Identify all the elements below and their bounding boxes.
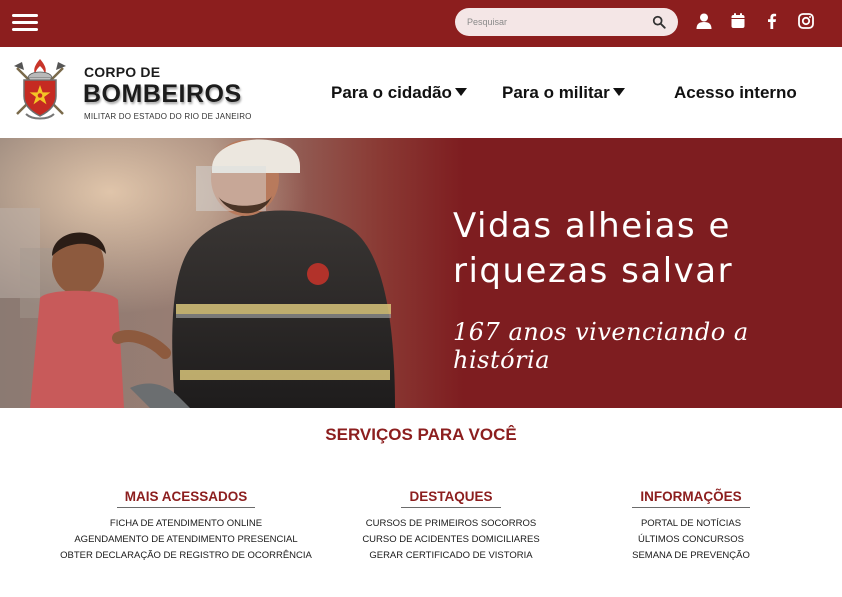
brand-title: BOMBEIROS bbox=[83, 80, 242, 108]
hero-title: Vidas alheias e riquezas salvar bbox=[453, 206, 734, 291]
column-heading: INFORMAÇÕES bbox=[632, 489, 750, 508]
services-section-title: SERVIÇOS PARA VOCÊ bbox=[325, 425, 517, 444]
service-link-primeiros-socorros[interactable]: CURSOS DE PRIMEIROS SOCORROS bbox=[346, 516, 556, 532]
service-link-portal-noticias[interactable]: PORTAL DE NOTÍCIAS bbox=[600, 516, 782, 532]
nav-label: Acesso interno bbox=[674, 83, 797, 102]
column-destaques: DESTAQUES CURSOS DE PRIMEIROS SOCORROS C… bbox=[346, 488, 556, 564]
user-icon[interactable] bbox=[695, 12, 713, 30]
brand-line-top: CORPO DE bbox=[84, 64, 161, 80]
service-link-ficha-atendimento[interactable]: FICHA DE ATENDIMENTO ONLINE bbox=[60, 516, 312, 532]
column-mais-acessados: MAIS ACESSADOS FICHA DE ATENDIMENTO ONLI… bbox=[60, 488, 312, 564]
nav-label: Para o cidadão bbox=[331, 83, 452, 102]
caret-down-icon bbox=[612, 88, 625, 96]
service-list: PORTAL DE NOTÍCIAS ÚLTIMOS CONCURSOS SEM… bbox=[600, 516, 782, 564]
caret-down-icon bbox=[454, 88, 467, 96]
nav-para-o-militar[interactable]: Para o militar bbox=[502, 83, 625, 103]
calendar-icon[interactable] bbox=[729, 12, 747, 30]
menu-icon[interactable] bbox=[12, 12, 38, 34]
nav-acesso-interno[interactable]: Acesso interno bbox=[674, 83, 797, 103]
service-link-agendamento[interactable]: AGENDAMENTO DE ATENDIMENTO PRESENCIAL bbox=[60, 532, 312, 548]
service-link-ultimos-concursos[interactable]: ÚLTIMOS CONCURSOS bbox=[600, 532, 782, 548]
hero-subtitle: 167 anos vivenciando a história bbox=[453, 318, 749, 374]
nav-para-o-cidadao[interactable]: Para o cidadão bbox=[331, 83, 467, 103]
service-link-declaracao-ocorrencia[interactable]: OBTER DECLARAÇÃO DE REGISTRO DE OCORRÊNC… bbox=[60, 548, 312, 564]
column-heading: MAIS ACESSADOS bbox=[116, 489, 256, 508]
hero-banner: Vidas alheias e riquezas salvar 167 anos… bbox=[0, 138, 842, 408]
facebook-icon[interactable] bbox=[763, 12, 781, 30]
brand-subtitle: MILITAR DO ESTADO DO RIO DE JANEIRO bbox=[84, 112, 252, 121]
search-bar bbox=[455, 8, 678, 36]
nav-label: Para o militar bbox=[502, 83, 610, 102]
search-icon[interactable] bbox=[652, 15, 666, 29]
column-heading: DESTAQUES bbox=[401, 489, 501, 508]
service-list: FICHA DE ATENDIMENTO ONLINE AGENDAMENTO … bbox=[60, 516, 312, 564]
service-link-certificado-vistoria[interactable]: GERAR CERTIFICADO DE VISTORIA bbox=[346, 548, 556, 564]
service-link-acidentes-domiciliares[interactable]: CURSO DE ACIDENTES DOMICILIARES bbox=[346, 532, 556, 548]
top-bar bbox=[0, 0, 842, 47]
column-informacoes: INFORMAÇÕES PORTAL DE NOTÍCIAS ÚLTIMOS C… bbox=[600, 488, 782, 564]
instagram-icon[interactable] bbox=[797, 12, 815, 30]
service-link-semana-prevencao[interactable]: SEMANA DE PREVENÇÃO bbox=[600, 548, 782, 564]
search-input[interactable] bbox=[467, 13, 647, 31]
fire-department-crest-logo[interactable] bbox=[11, 56, 69, 122]
service-list: CURSOS DE PRIMEIROS SOCORROS CURSO DE AC… bbox=[346, 516, 556, 564]
site-header: CORPO DE BOMBEIROS MILITAR DO ESTADO DO … bbox=[0, 47, 842, 138]
